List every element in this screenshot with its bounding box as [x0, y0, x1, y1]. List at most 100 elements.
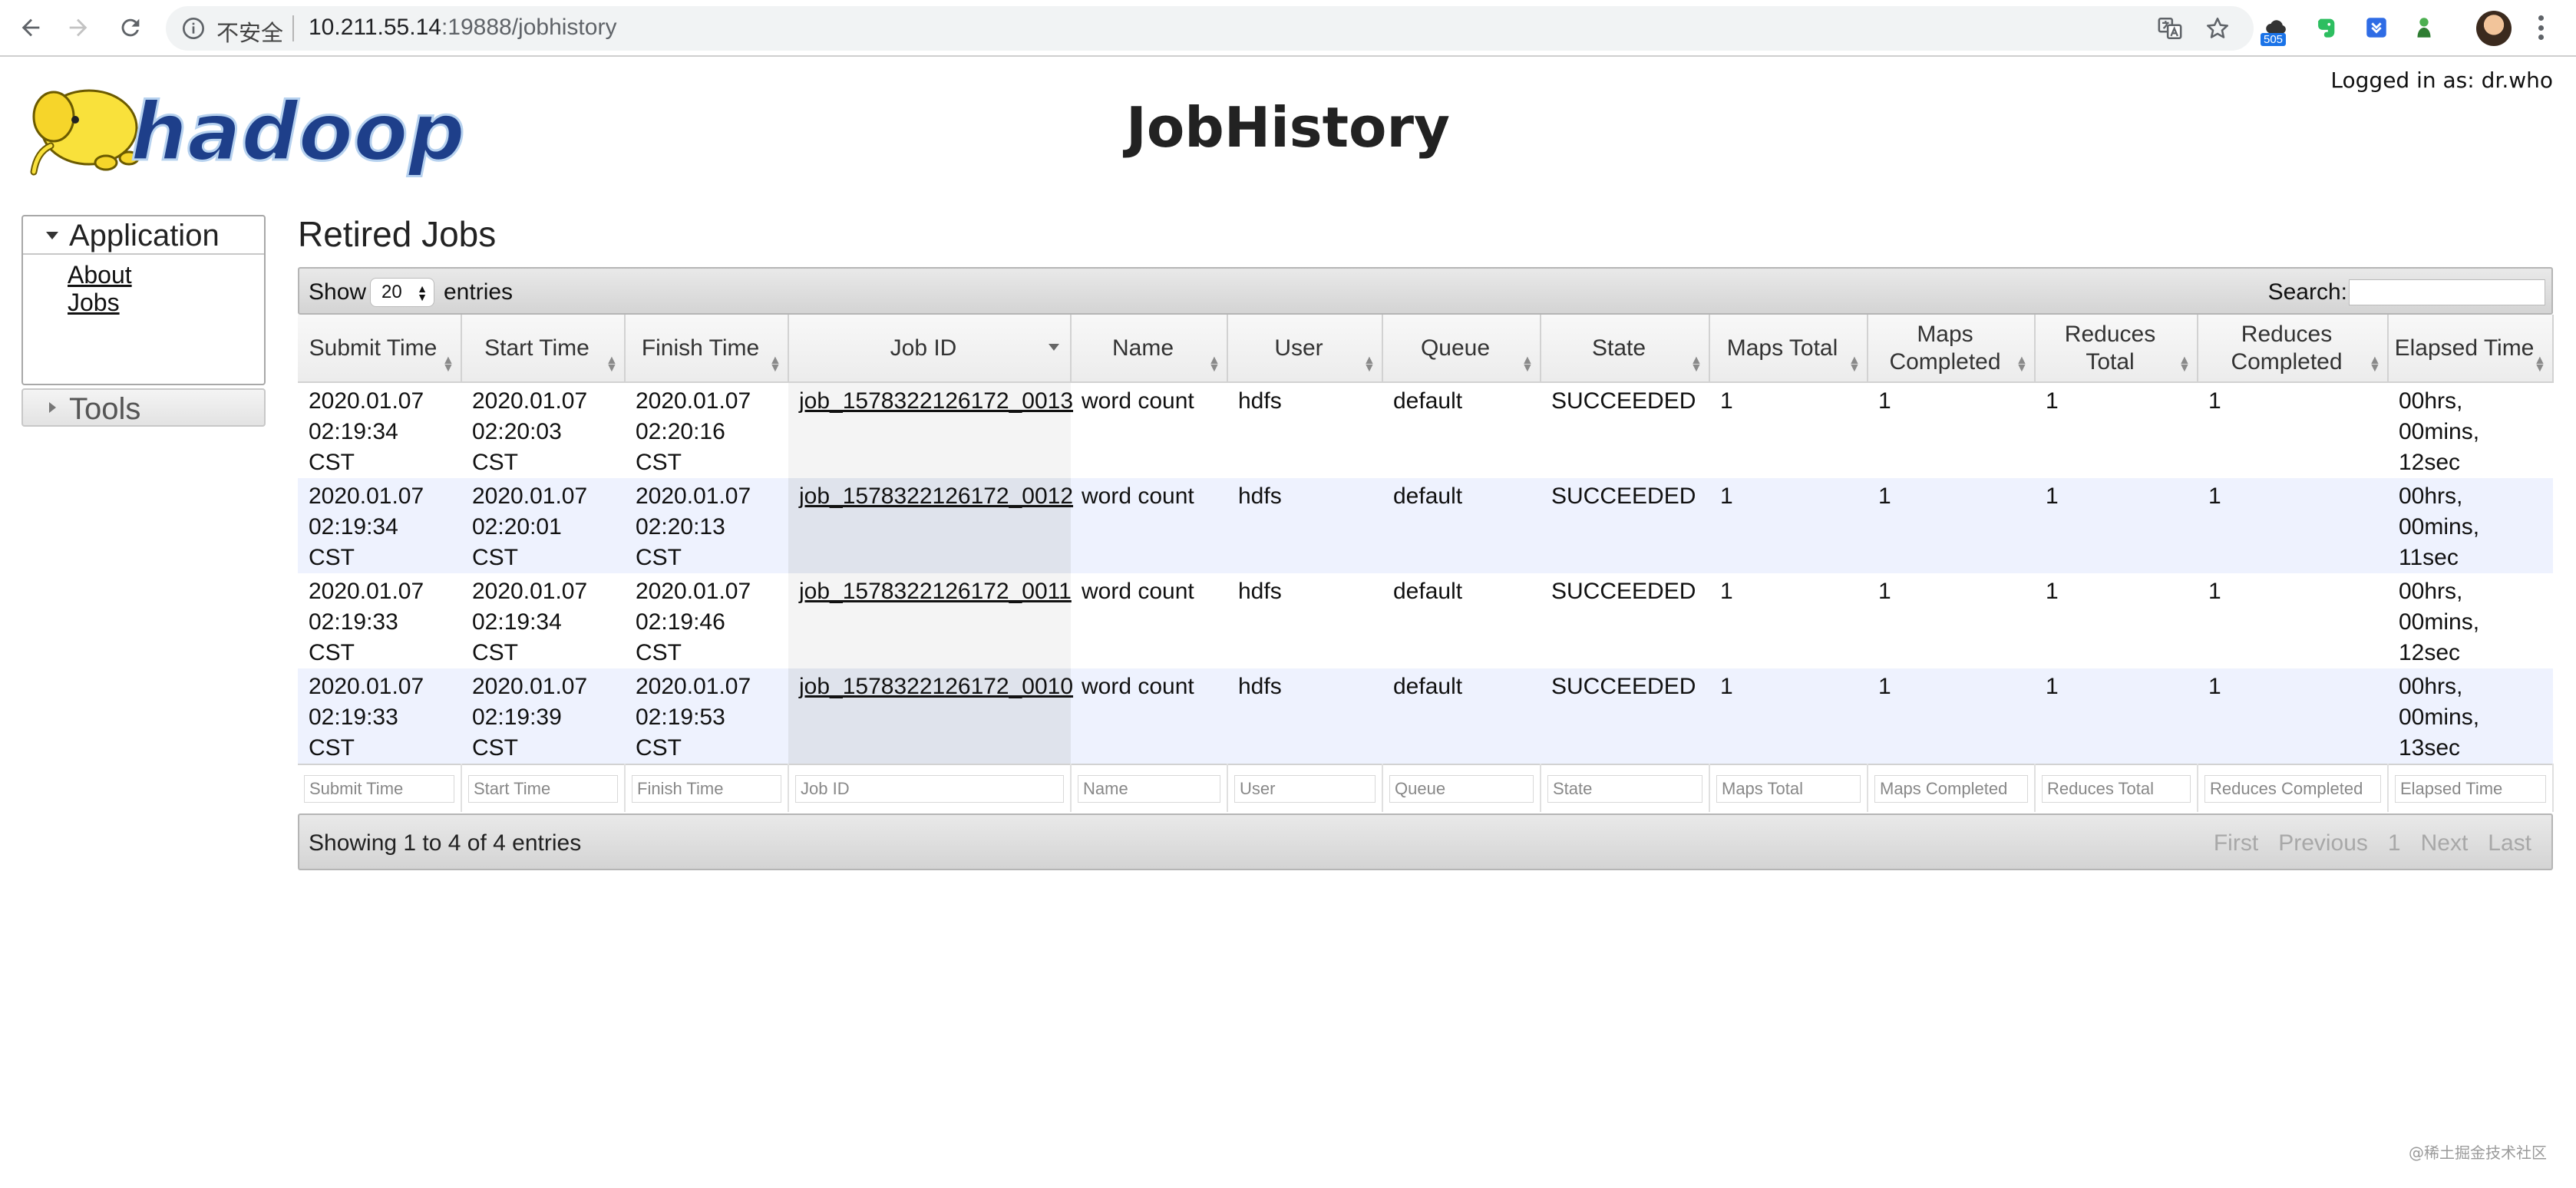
sort-icon: ▲ ▼ — [1690, 354, 1702, 375]
column-header-label: Finish Time — [641, 335, 760, 361]
table-row: 2020.01.07 02:19:34 CST 2020.01.07 02:20:… — [298, 382, 2553, 478]
filter-cell: Elapsed Time — [2388, 764, 2554, 812]
url-path: :19888/jobhistory — [441, 15, 617, 40]
pagination-page[interactable]: 1 — [2388, 830, 2401, 856]
sort-icon: ▲ ▼ — [2178, 354, 2191, 375]
table-cell: 1 — [2198, 573, 2388, 668]
watermark: @稀土掘金技术社区 — [2409, 1143, 2547, 1162]
column-header[interactable]: Elapsed Time ▲ ▼ — [2388, 315, 2554, 383]
pagination-next[interactable]: Next — [2421, 830, 2469, 856]
search-input[interactable] — [2349, 279, 2545, 305]
sort-icon: ▲ ▼ — [606, 354, 618, 375]
sidebar-application-label: Application — [69, 219, 220, 252]
table-cell: 1 — [2035, 668, 2198, 764]
sidebar-tools[interactable]: Tools — [21, 388, 266, 427]
table-row: 2020.01.07 02:19:34 CST 2020.01.07 02:20:… — [298, 478, 2553, 573]
column-header[interactable]: Name ▲ ▼ — [1071, 315, 1228, 383]
column-header[interactable]: Reduces Total ▲ ▼ — [2035, 315, 2198, 383]
column-header-label: Maps Total — [1726, 335, 1838, 361]
column-header-label: Name — [1111, 335, 1174, 361]
column-header[interactable]: Start Time ▲ ▼ — [461, 315, 626, 383]
table-cell: 2020.01.07 02:20:16 CST — [625, 382, 788, 478]
column-header[interactable]: Queue ▲ ▼ — [1382, 315, 1541, 383]
leaf-icon — [2417, 18, 2431, 38]
table-cell: SUCCEEDED — [1541, 668, 1709, 764]
table-cell: 2020.01.07 02:20:01 CST — [461, 478, 625, 573]
sort-icon: ▲ ▼ — [2534, 354, 2546, 375]
url-text[interactable]: 10.211.55.14:19888/jobhistory — [309, 15, 616, 41]
sidebar-link-jobs[interactable]: Jobs — [68, 289, 264, 316]
star-icon[interactable] — [2204, 15, 2231, 41]
pagination-first[interactable]: First — [2214, 830, 2258, 856]
table-cell: job_1578322126172_0013 — [788, 382, 1073, 478]
address-bar[interactable]: 不安全 10.211.55.14:19888/jobhistory — [166, 6, 2254, 51]
table-cell: default — [1382, 478, 1541, 573]
table-cell: 1 — [2198, 382, 2388, 478]
table-cell: job_1578322126172_0011 — [788, 573, 1072, 668]
column-header-label: Reduces Total — [2064, 321, 2156, 375]
table-cell: 1 — [1709, 382, 1868, 478]
table-cell: 1 — [1709, 573, 1868, 668]
pagination-previous[interactable]: Previous — [2278, 830, 2368, 856]
column-filter-input[interactable]: Name — [1078, 774, 1220, 803]
table-cell: word count — [1071, 668, 1227, 764]
sort-icon: ▲ ▼ — [2016, 354, 2028, 375]
sort-icon: ▲ ▼ — [442, 354, 454, 375]
job-id-link[interactable]: job_1578322126172_0010 — [799, 674, 1073, 699]
column-header[interactable]: State ▲ ▼ — [1541, 315, 1710, 383]
triangle-down-icon — [46, 232, 58, 239]
column-filter-input[interactable]: Elapsed Time — [2395, 774, 2546, 803]
table-cell: 1 — [2035, 478, 2198, 573]
menu-dots-icon[interactable] — [2533, 12, 2548, 43]
table-cell: hdfs — [1227, 573, 1382, 668]
table-cell: 2020.01.07 02:19:46 CST — [625, 573, 788, 668]
column-header[interactable]: Maps Total ▲ ▼ — [1709, 315, 1868, 383]
column-header[interactable]: Job ID — [788, 315, 1072, 383]
page-length-select[interactable]: 20 ▲ ▼ — [370, 278, 434, 307]
column-header[interactable]: Maps Completed ▲ ▼ — [1868, 315, 2036, 383]
triangle-right-icon — [49, 402, 56, 413]
select-arrows-icon: ▲ ▼ — [417, 282, 428, 303]
column-filter-input[interactable]: State — [1547, 774, 1702, 803]
column-filter-input[interactable]: Reduces Completed — [2204, 774, 2381, 803]
column-filter-input[interactable]: Maps Completed — [1874, 774, 2028, 803]
column-filter-input[interactable]: User — [1234, 774, 1376, 803]
extension-download[interactable] — [2360, 9, 2393, 46]
column-filter-input[interactable]: Job ID — [795, 774, 1064, 803]
pagination-last[interactable]: Last — [2488, 830, 2531, 856]
extension-evernote[interactable] — [2309, 9, 2343, 46]
column-filter-input[interactable]: Queue — [1389, 774, 1534, 803]
info-icon[interactable] — [181, 16, 206, 41]
translate-icon[interactable] — [2157, 15, 2183, 41]
column-header-label: User — [1274, 335, 1323, 361]
job-id-link[interactable]: job_1578322126172_0012 — [799, 483, 1073, 509]
table-cell: 1 — [1868, 382, 2035, 478]
job-id-link[interactable]: job_1578322126172_0011 — [799, 579, 1072, 604]
column-filter-input[interactable]: Maps Total — [1716, 774, 1861, 803]
column-header[interactable]: User ▲ ▼ — [1227, 315, 1383, 383]
extension-cloud[interactable]: 505 — [2260, 9, 2294, 46]
entries-label: entries — [444, 279, 514, 305]
table-cell: word count — [1071, 478, 1227, 573]
sidebar-link-about[interactable]: About — [68, 261, 264, 289]
back-button[interactable] — [14, 11, 48, 45]
job-id-link[interactable]: job_1578322126172_0013 — [799, 388, 1073, 414]
extension-leaf[interactable] — [2407, 9, 2441, 46]
table-row: 2020.01.07 02:19:33 CST 2020.01.07 02:19:… — [298, 668, 2553, 764]
reload-button[interactable] — [114, 11, 147, 45]
column-filter-input[interactable]: Start Time — [468, 774, 618, 803]
table-cell: 2020.01.07 02:19:34 CST — [461, 573, 625, 668]
column-header[interactable]: Reduces Completed ▲ ▼ — [2198, 315, 2389, 383]
search-label: Search: — [2267, 279, 2347, 305]
column-filter-input[interactable]: Submit Time — [304, 774, 454, 803]
forward-button[interactable] — [61, 11, 95, 45]
browser-toolbar: 不安全 10.211.55.14:19888/jobhistory 505 — [0, 0, 2576, 57]
sidebar-application-header[interactable]: Application — [23, 216, 264, 255]
column-filter-input[interactable]: Finish Time — [632, 774, 781, 803]
column-header[interactable]: Finish Time ▲ ▼ — [625, 315, 789, 383]
column-filter-input[interactable]: Reduces Total — [2042, 774, 2191, 803]
table-cell: 1 — [2198, 668, 2388, 764]
column-header[interactable]: Submit Time ▲ ▼ — [298, 315, 462, 383]
reload-icon — [121, 18, 140, 37]
profile-avatar[interactable] — [2476, 11, 2512, 46]
